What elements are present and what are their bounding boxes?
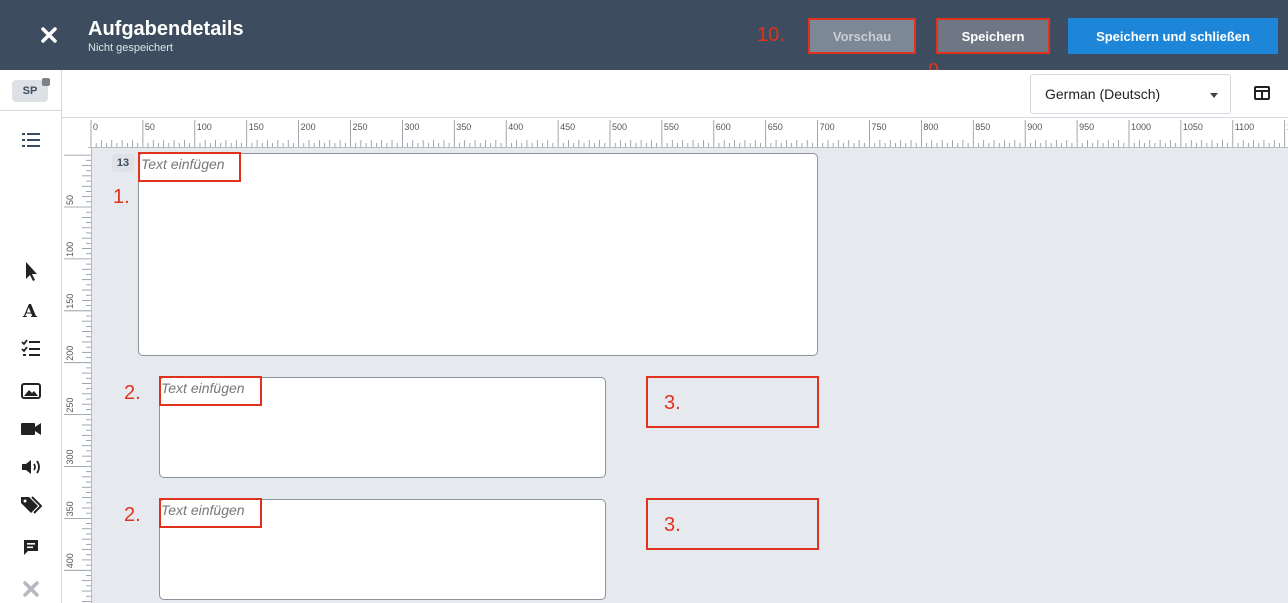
ruler-label: 1050: [1183, 122, 1203, 132]
ruler-label: 50: [145, 122, 155, 132]
annotation-10: 10.: [757, 24, 785, 46]
ruler-label: 100: [65, 242, 75, 257]
annotation-3b: 3.: [664, 514, 681, 536]
ruler-label: 1000: [1131, 122, 1151, 132]
highlight-answer-2-placeholder: [159, 498, 262, 528]
delete-icon[interactable]: [20, 578, 42, 600]
ruler-label: 850: [975, 122, 990, 132]
vertical-ruler: 50100150200250300350400450: [62, 148, 92, 603]
ruler-label: 0: [93, 122, 98, 132]
language-select[interactable]: German (Deutsch): [1030, 74, 1231, 114]
text-icon[interactable]: A: [20, 299, 42, 321]
save-button[interactable]: Speichern: [936, 18, 1050, 54]
ruler-label: 900: [1027, 122, 1042, 132]
ruler-label: 500: [612, 122, 627, 132]
ruler-label: 650: [768, 122, 783, 132]
vertical-ruler-scale: 50100150200250300350400450: [64, 154, 91, 602]
ruler-label: 300: [404, 122, 419, 132]
preview-button[interactable]: Vorschau: [808, 18, 916, 54]
ruler-label: 950: [1079, 122, 1094, 132]
ruler-label: 700: [820, 122, 835, 132]
annotation-2b: 2.: [124, 504, 141, 526]
question-text-box[interactable]: [138, 153, 818, 356]
ruler-label: 450: [560, 122, 575, 132]
layout-toggle-icon[interactable]: [1254, 86, 1270, 100]
save-status: Nicht gespeichert: [88, 42, 173, 54]
ruler-label: 50: [65, 195, 75, 205]
ruler-label: 150: [65, 294, 75, 309]
video-icon[interactable]: [20, 418, 42, 440]
audio-icon[interactable]: [20, 456, 42, 478]
checklist-icon[interactable]: [20, 338, 42, 360]
page-title: Aufgabendetails: [88, 18, 244, 40]
ruler-label: 350: [65, 501, 75, 516]
ruler-label: 1100: [1235, 122, 1254, 132]
ruler-label: 600: [716, 122, 731, 132]
ruler-label: 200: [65, 346, 75, 361]
avatar-initials: SP: [22, 85, 38, 97]
annotation-3a: 3.: [664, 392, 681, 414]
ruler-label: 100: [197, 122, 212, 132]
ruler-label: 300: [65, 449, 75, 464]
avatar[interactable]: SP: [12, 78, 50, 102]
ruler-label: 200: [301, 122, 316, 132]
highlight-question-placeholder: [138, 152, 241, 182]
horizontal-ruler-scale: 0 50 100 150 200 250 300 350 400 450 500 550 600 650 7…: [90, 120, 1288, 147]
image-icon[interactable]: [20, 380, 42, 402]
header-bar: Aufgabendetails Nicht gespeichert Vorsch…: [0, 0, 1288, 70]
annotation-2a: 2.: [124, 382, 141, 404]
ruler-label: 250: [353, 122, 368, 132]
canvas-toolbar: German (Deutsch): [62, 70, 1288, 118]
annotation-1: 1.: [113, 186, 130, 208]
ruler-label: 400: [508, 122, 523, 132]
close-icon[interactable]: [38, 24, 60, 46]
ruler-label: 350: [456, 122, 471, 132]
horizontal-ruler: 0 50 100 150 200 250 300 350 400 450 500 550 600 650 7…: [88, 118, 1288, 148]
ruler-label: 550: [664, 122, 679, 132]
ruler-corner: [62, 118, 88, 148]
chevron-down-icon: [1210, 93, 1218, 98]
list-icon[interactable]: [20, 130, 42, 152]
ruler-label: 800: [923, 122, 938, 132]
left-sidebar: SP A: [0, 70, 62, 603]
save-and-close-button[interactable]: Speichern und schließen: [1068, 18, 1278, 54]
sidebar-divider: [0, 110, 62, 111]
comment-icon[interactable]: [20, 536, 42, 558]
highlight-answer-1-placeholder: [159, 376, 262, 406]
pointer-icon[interactable]: [20, 260, 42, 282]
language-select-value: German (Deutsch): [1045, 86, 1161, 102]
svg-text:A: A: [22, 301, 38, 321]
ruler-label: 150: [249, 122, 264, 132]
ruler-label: 750: [872, 122, 887, 132]
ruler-label: 400: [65, 553, 75, 568]
ruler-label: 250: [65, 398, 75, 413]
avatar-corner-icon: [42, 78, 50, 86]
tags-icon[interactable]: [20, 494, 42, 516]
question-number-badge: 13: [112, 154, 134, 172]
